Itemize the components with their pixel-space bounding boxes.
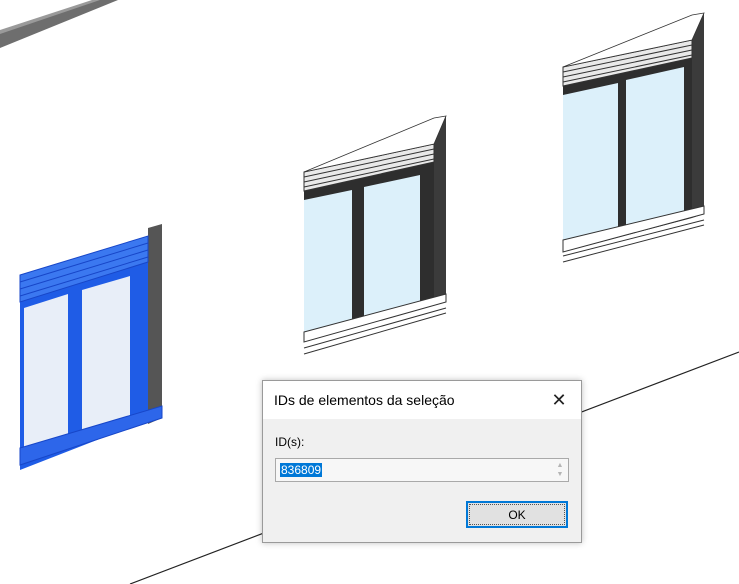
ids-label: ID(s): xyxy=(275,435,305,449)
roof-edge-top xyxy=(0,0,100,34)
window-middle[interactable] xyxy=(303,115,447,355)
window-left-selected[interactable] xyxy=(19,224,163,470)
close-button[interactable]: ✕ xyxy=(537,381,581,419)
ids-field[interactable]: 836809 ▲ ▼ xyxy=(275,458,569,482)
spin-down-icon[interactable]: ▼ xyxy=(557,471,564,478)
scroll-arrows[interactable]: ▲ ▼ xyxy=(554,461,566,479)
dialog-title: IDs de elementos da seleção xyxy=(274,392,455,408)
ok-button-label: OK xyxy=(508,507,526,522)
close-icon: ✕ xyxy=(551,389,567,410)
roof-edge xyxy=(0,0,118,48)
ok-button[interactable]: OK xyxy=(466,501,568,528)
spin-up-icon[interactable]: ▲ xyxy=(557,462,564,469)
ids-value[interactable]: 836809 xyxy=(280,463,323,477)
dialog-titlebar: IDs de elementos da seleção ✕ xyxy=(263,381,581,419)
window-right[interactable] xyxy=(562,12,705,263)
element-ids-dialog: IDs de elementos da seleção ✕ ID(s): 836… xyxy=(262,380,582,543)
